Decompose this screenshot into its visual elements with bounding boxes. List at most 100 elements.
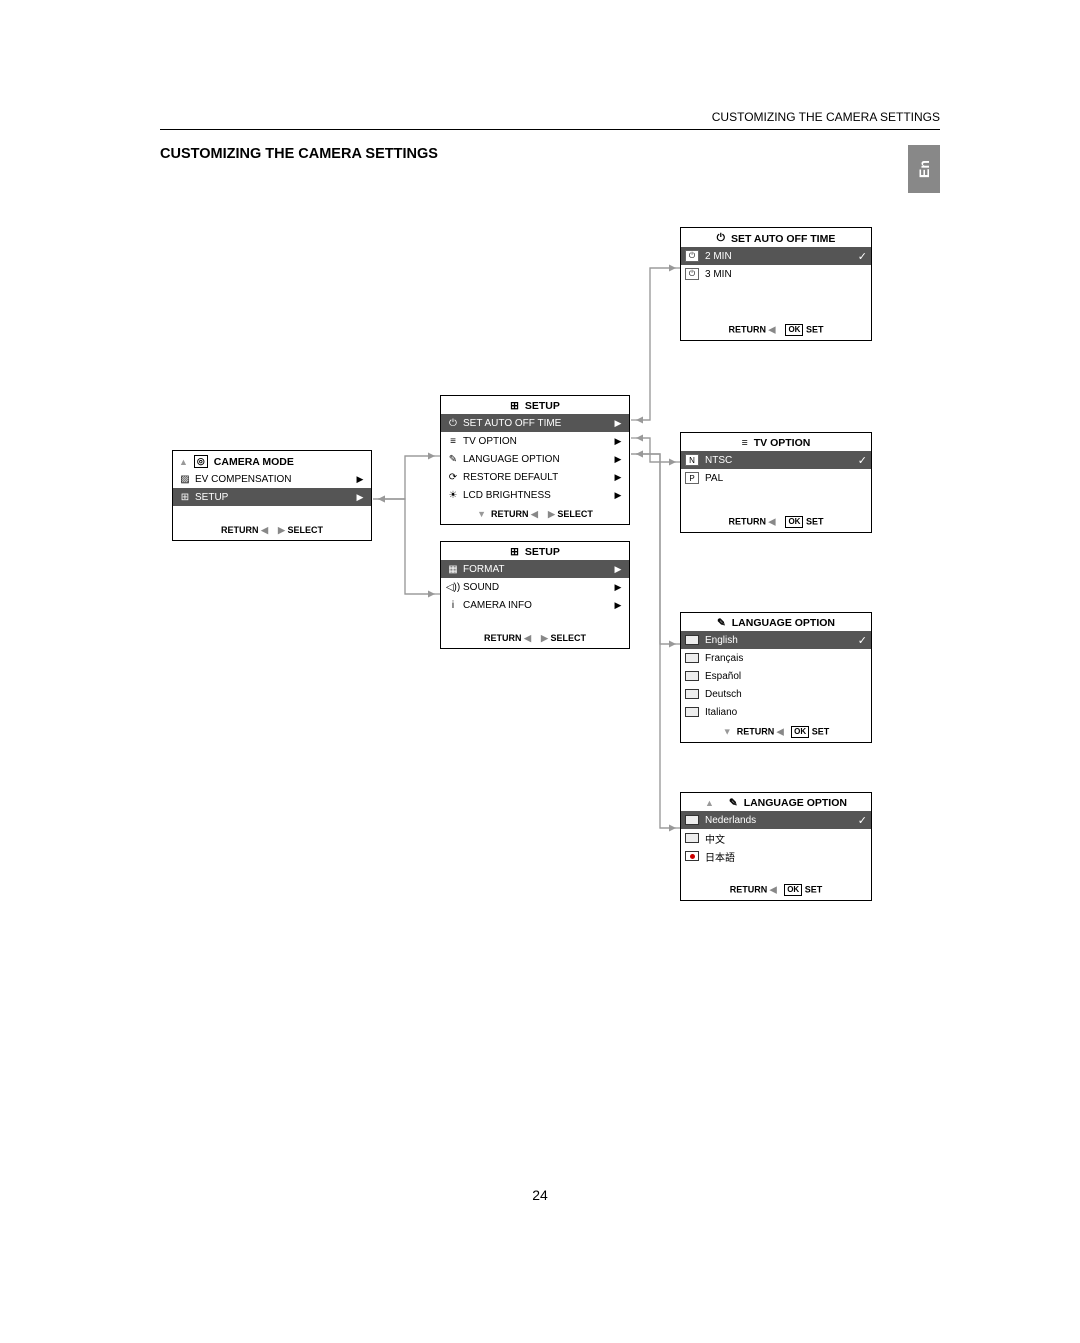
menu-item-label: CAMERA INFO — [461, 600, 611, 611]
language-tab: En — [908, 145, 940, 193]
option-francais[interactable]: Français — [681, 649, 871, 667]
option-espanol[interactable]: Español — [681, 667, 871, 685]
check-icon: ✓ — [858, 634, 867, 647]
menu-item-format[interactable]: ▦ FORMAT ▶ — [441, 560, 629, 578]
page-number: 24 — [0, 1187, 1080, 1203]
power-icon: ⏻ — [685, 268, 699, 280]
menu-item-label: SETUP — [193, 492, 353, 503]
panel-title: ✎ LANGUAGE OPTION — [681, 613, 871, 631]
option-deutsch[interactable]: Deutsch — [681, 685, 871, 703]
flag-icon — [685, 851, 699, 861]
menu-item-autooff[interactable]: ⏻ SET AUTO OFF TIME ▶ — [441, 414, 629, 432]
down-arrow-icon: ▼ — [477, 509, 486, 519]
up-arrow-icon: ▲ — [179, 457, 188, 467]
menu-item-language[interactable]: ✎ LANGUAGE OPTION ▶ — [441, 450, 629, 468]
option-label: Deutsch — [703, 689, 867, 700]
panel-footer: RETURN ◀ OK SET — [681, 879, 871, 900]
panel-title: ⏻ SET AUTO OFF TIME — [681, 228, 871, 247]
left-arrow-icon: ◀ — [770, 884, 777, 894]
panel-footer: RETURN ◀ OK SET — [681, 319, 871, 340]
tv-icon: ≡ — [742, 437, 748, 449]
menu-item-label: SET AUTO OFF TIME — [461, 418, 611, 429]
set-label: SET — [812, 726, 830, 736]
select-label: SELECT — [287, 525, 323, 535]
return-label: RETURN — [221, 525, 259, 535]
running-head: CUSTOMIZING THE CAMERA SETTINGS — [712, 110, 940, 124]
flag-icon — [685, 653, 699, 663]
ok-icon: OK — [785, 516, 803, 528]
flag-icon — [685, 689, 699, 699]
ok-icon: OK — [784, 884, 802, 896]
option-label: 2 MIN — [703, 251, 858, 262]
chevron-right-icon: ▶ — [611, 418, 625, 429]
option-english[interactable]: English ✓ — [681, 631, 871, 649]
menu-item-ev-compensation[interactable]: ▨ EV COMPENSATION ▶ — [173, 470, 371, 488]
left-arrow-icon: ◀ — [524, 633, 531, 643]
menu-item-label: TV OPTION — [461, 436, 611, 447]
panel-tv-option: ≡ TV OPTION N NTSC ✓ P PAL RETURN ◀ OK S… — [680, 432, 872, 533]
return-label: RETURN — [729, 516, 767, 526]
power-icon: ⏻ — [445, 418, 461, 429]
option-3min[interactable]: ⏻ 3 MIN — [681, 265, 871, 283]
check-icon: ✓ — [858, 814, 867, 827]
return-label: RETURN — [491, 509, 529, 519]
menu-item-lcd[interactable]: ☀ LCD BRIGHTNESS ▶ — [441, 486, 629, 504]
menu-item-tvoption[interactable]: ≡ TV OPTION ▶ — [441, 432, 629, 450]
option-ntsc[interactable]: N NTSC ✓ — [681, 451, 871, 469]
chevron-right-icon: ▶ — [611, 454, 625, 465]
chevron-right-icon: ▶ — [611, 582, 625, 593]
chevron-right-icon: ▶ — [611, 472, 625, 483]
menu-item-restore[interactable]: ⟳ RESTORE DEFAULT ▶ — [441, 468, 629, 486]
option-nederlands[interactable]: Nederlands ✓ — [681, 811, 871, 829]
menu-item-label: SOUND — [461, 582, 611, 593]
language-tab-label: En — [916, 160, 932, 178]
diagram-connectors — [0, 0, 1080, 1343]
chevron-right-icon: ▶ — [611, 600, 625, 611]
option-2min[interactable]: ⏻ 2 MIN ✓ — [681, 247, 871, 265]
return-label: RETURN — [484, 633, 522, 643]
option-label: English — [703, 635, 858, 646]
format-icon: ▦ — [445, 564, 461, 575]
right-arrow-icon: ▶ — [541, 633, 548, 643]
panel-footer: RETURN ◀ ▶ SELECT — [441, 628, 629, 648]
page: CUSTOMIZING THE CAMERA SETTINGS CUSTOMIZ… — [0, 0, 1080, 1343]
return-label: RETURN — [737, 726, 775, 736]
panel-footer: ▼ RETURN ◀ OK SET — [681, 721, 871, 742]
panel-language-1: ✎ LANGUAGE OPTION English ✓ Français Esp… — [680, 612, 872, 743]
option-chinese[interactable]: 中文 — [681, 829, 871, 847]
panel-footer: RETURN ◀ OK SET — [681, 511, 871, 532]
ntsc-icon: N — [685, 454, 699, 466]
panel-setup-1: ⊞ SETUP ⏻ SET AUTO OFF TIME ▶ ≡ TV OPTIO… — [440, 395, 630, 525]
option-label: Italiano — [703, 707, 867, 718]
flag-icon — [685, 707, 699, 717]
select-label: SELECT — [557, 509, 593, 519]
option-label: 中文 — [703, 831, 867, 846]
language-icon: ✎ — [717, 617, 726, 629]
panel-title: ▲ ◎ CAMERA MODE — [173, 451, 371, 470]
option-label: Español — [703, 671, 867, 682]
set-label: SET — [806, 516, 824, 526]
panel-camera-mode: ▲ ◎ CAMERA MODE ▨ EV COMPENSATION ▶ ⊞ SE… — [172, 450, 372, 541]
menu-item-label: EV COMPENSATION — [193, 474, 353, 485]
panel-title-text: LANGUAGE OPTION — [744, 797, 847, 809]
option-label: Nederlands — [703, 815, 858, 826]
up-arrow-icon: ▲ — [705, 798, 714, 808]
right-arrow-icon: ▶ — [278, 525, 285, 535]
down-arrow-icon: ▼ — [723, 726, 732, 736]
option-pal[interactable]: P PAL — [681, 469, 871, 487]
flag-icon — [685, 815, 699, 825]
option-italiano[interactable]: Italiano — [681, 703, 871, 721]
menu-item-camera-info[interactable]: i CAMERA INFO ▶ — [441, 596, 629, 614]
menu-item-setup[interactable]: ⊞ SETUP ▶ — [173, 488, 371, 506]
sound-icon: ◁)) — [445, 582, 461, 593]
power-icon: ⏻ — [717, 232, 725, 245]
panel-title: ⊞ SETUP — [441, 396, 629, 414]
setup-icon: ⊞ — [510, 400, 519, 412]
panel-footer: RETURN ◀ ▶ SELECT — [173, 520, 371, 540]
option-label: 日本語 — [703, 849, 867, 864]
option-label: 3 MIN — [703, 269, 867, 280]
menu-item-sound[interactable]: ◁)) SOUND ▶ — [441, 578, 629, 596]
option-japanese[interactable]: 日本語 — [681, 847, 871, 865]
setup-icon: ⊞ — [177, 492, 193, 503]
panel-title: ≡ TV OPTION — [681, 433, 871, 451]
